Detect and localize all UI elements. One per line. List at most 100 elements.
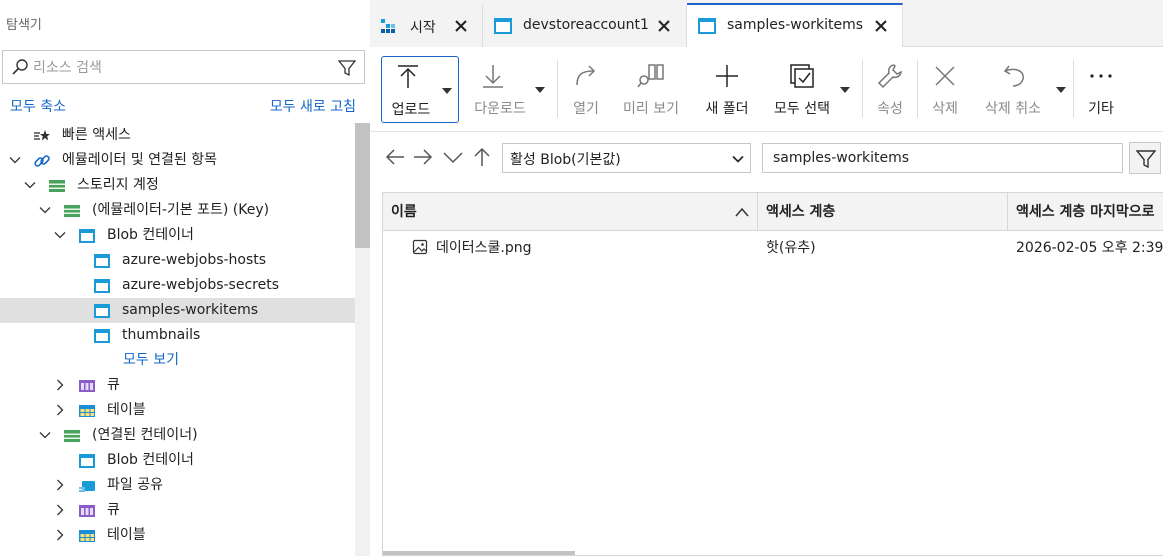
open-button[interactable]: 열기 (563, 56, 609, 123)
upload-icon (398, 65, 418, 88)
blob-browser-panel: 시작 devstoreaccount1 samples-workitems 업로… (370, 0, 1163, 556)
sort-ascending-icon[interactable] (735, 206, 749, 218)
download-button[interactable]: 다운로드 (467, 56, 551, 123)
chevron-down-icon[interactable] (442, 146, 464, 168)
close-icon[interactable] (874, 19, 888, 33)
preview-button[interactable]: 미리 보기 (617, 56, 685, 123)
tree-item-emulator-account[interactable]: (에뮬레이터-기본 포트) (Key) (0, 198, 355, 223)
tree-item-queues[interactable]: 큐 (0, 498, 355, 523)
open-label: 열기 (573, 101, 599, 117)
tab-devstoreaccount1[interactable]: devstoreaccount1 (483, 5, 687, 47)
properties-label: 속성 (877, 101, 903, 117)
caret-down-icon[interactable] (1056, 87, 1066, 93)
caret-down-icon[interactable] (535, 87, 545, 93)
chevron-down-icon[interactable] (39, 429, 51, 441)
tree-item-attached-containers[interactable]: (연결된 컨테이너) (0, 423, 355, 448)
tree-item-container-selected[interactable]: samples-workitems (0, 298, 355, 323)
tree-item-quick-access[interactable]: 빠른 액세스 (0, 123, 355, 148)
tree-item-tables[interactable]: 테이블 (0, 398, 355, 423)
chevron-down-icon[interactable] (9, 154, 21, 166)
undelete-button[interactable]: 삭제 취소 (975, 56, 1071, 123)
column-header-access-tier[interactable]: 액세스 계층 (758, 193, 1008, 231)
close-icon[interactable] (657, 19, 671, 33)
preview-icon (637, 64, 664, 88)
delete-label: 삭제 (932, 101, 958, 117)
image-file-icon (412, 239, 428, 255)
tree-item-container[interactable]: azure-webjobs-secrets (0, 273, 355, 298)
refresh-all-link[interactable]: 모두 새로 고침 (270, 96, 356, 116)
command-toolbar: 업로드 다운로드 열기 미리 보기 새 폴더 모두 선택 속성 삭제 삭제 취소… (370, 48, 1163, 132)
caret-down-icon[interactable] (442, 88, 452, 94)
chevron-right-icon[interactable] (54, 404, 66, 416)
properties-button[interactable]: 속성 (868, 56, 912, 123)
blob-container-icon (94, 254, 110, 268)
new-folder-button[interactable]: 새 폴더 (697, 56, 757, 123)
select-all-button[interactable]: 모두 선택 (767, 56, 857, 123)
access-tier-select[interactable]: 활성 Blob(기본값) (502, 143, 751, 173)
back-arrow-icon[interactable] (384, 146, 406, 168)
up-arrow-icon[interactable] (471, 146, 493, 168)
tab-start[interactable]: 시작 (370, 5, 483, 47)
search-icon (12, 59, 28, 75)
table-row[interactable]: 데이터스쿨.png 핫(유추) 2026-02-05 오후 2:39 (383, 233, 1163, 263)
blob-name[interactable]: 데이터스쿨.png (436, 233, 532, 263)
blob-container-icon (698, 18, 716, 34)
filter-icon (1136, 150, 1156, 169)
chevron-down-icon[interactable] (39, 204, 51, 216)
tree-label: Blob 컨테이너 (107, 452, 194, 468)
tab-samples-workitems[interactable]: samples-workitems (687, 3, 903, 47)
delete-button[interactable]: 삭제 (923, 56, 967, 123)
upload-button[interactable]: 업로드 (381, 56, 459, 123)
tree-item-blob-containers[interactable]: Blob 컨테이너 (0, 448, 355, 473)
close-icon[interactable] (454, 19, 468, 33)
path-input[interactable] (762, 143, 1123, 173)
blob-container-icon (94, 329, 110, 343)
tree-scrollbar-thumb[interactable] (355, 123, 370, 248)
tree-label: samples-workitems (122, 302, 259, 318)
upload-label: 업로드 (391, 102, 431, 118)
filter-icon[interactable] (338, 59, 356, 77)
queue-icon (79, 505, 95, 517)
blob-container-icon (94, 304, 110, 318)
more-label: 기타 (1088, 101, 1114, 117)
chevron-down-icon[interactable] (24, 179, 36, 191)
preview-label: 미리 보기 (623, 101, 679, 117)
forward-arrow-icon[interactable] (412, 146, 434, 168)
show-all-link[interactable]: 모두 보기 (123, 348, 179, 373)
column-header-access-tier-last-modified[interactable]: 액세스 계층 마지막으로 (1008, 193, 1163, 231)
search-box[interactable] (2, 50, 365, 84)
caret-down-icon[interactable] (840, 87, 850, 93)
tree-item-file-shares[interactable]: 파일 공유 (0, 473, 355, 498)
tree-item-tables[interactable]: 테이블 (0, 523, 355, 548)
collapse-all-link[interactable]: 모두 축소 (10, 96, 66, 116)
filter-button[interactable] (1129, 142, 1161, 174)
download-label: 다운로드 (474, 101, 526, 117)
chevron-down-icon[interactable] (54, 229, 66, 241)
tree-item-blob-containers[interactable]: Blob 컨테이너 (0, 223, 355, 248)
tree-item-container[interactable]: thumbnails (0, 323, 355, 348)
chevron-right-icon[interactable] (54, 504, 66, 516)
tree-item-queues[interactable]: 큐 (0, 373, 355, 398)
tree-item-emulator-connected[interactable]: 에뮬레이터 및 연결된 항목 (0, 148, 355, 173)
tree-item-container[interactable]: azure-webjobs-hosts (0, 248, 355, 273)
more-button[interactable]: 기타 (1079, 56, 1123, 123)
search-input[interactable] (33, 56, 323, 80)
tree-item-show-all[interactable]: 모두 보기 (0, 348, 355, 373)
column-header-name[interactable]: 이름 (383, 193, 758, 231)
chevron-right-icon[interactable] (54, 379, 66, 391)
tab-label: devstoreaccount1 (523, 17, 649, 33)
tree-label: (연결된 컨테이너) (92, 427, 198, 443)
blob-access-tier: 핫(유추) (766, 240, 816, 256)
grid-horizontal-scrollbar-thumb[interactable] (383, 551, 575, 555)
new-folder-label: 새 폴더 (705, 101, 749, 117)
tree-label: thumbnails (122, 327, 201, 343)
column-header-label: 이름 (391, 204, 417, 220)
tree-label: 빠른 액세스 (62, 127, 131, 143)
chevron-right-icon[interactable] (54, 479, 66, 491)
chevron-right-icon[interactable] (54, 529, 66, 541)
file-share-icon (79, 481, 95, 492)
grid-header: 이름 액세스 계층 액세스 계층 마지막으로 (383, 193, 1163, 231)
more-icon (1090, 74, 1112, 78)
tree-label: 테이블 (107, 402, 146, 418)
tree-item-storage-accounts[interactable]: 스토리지 계정 (0, 173, 355, 198)
